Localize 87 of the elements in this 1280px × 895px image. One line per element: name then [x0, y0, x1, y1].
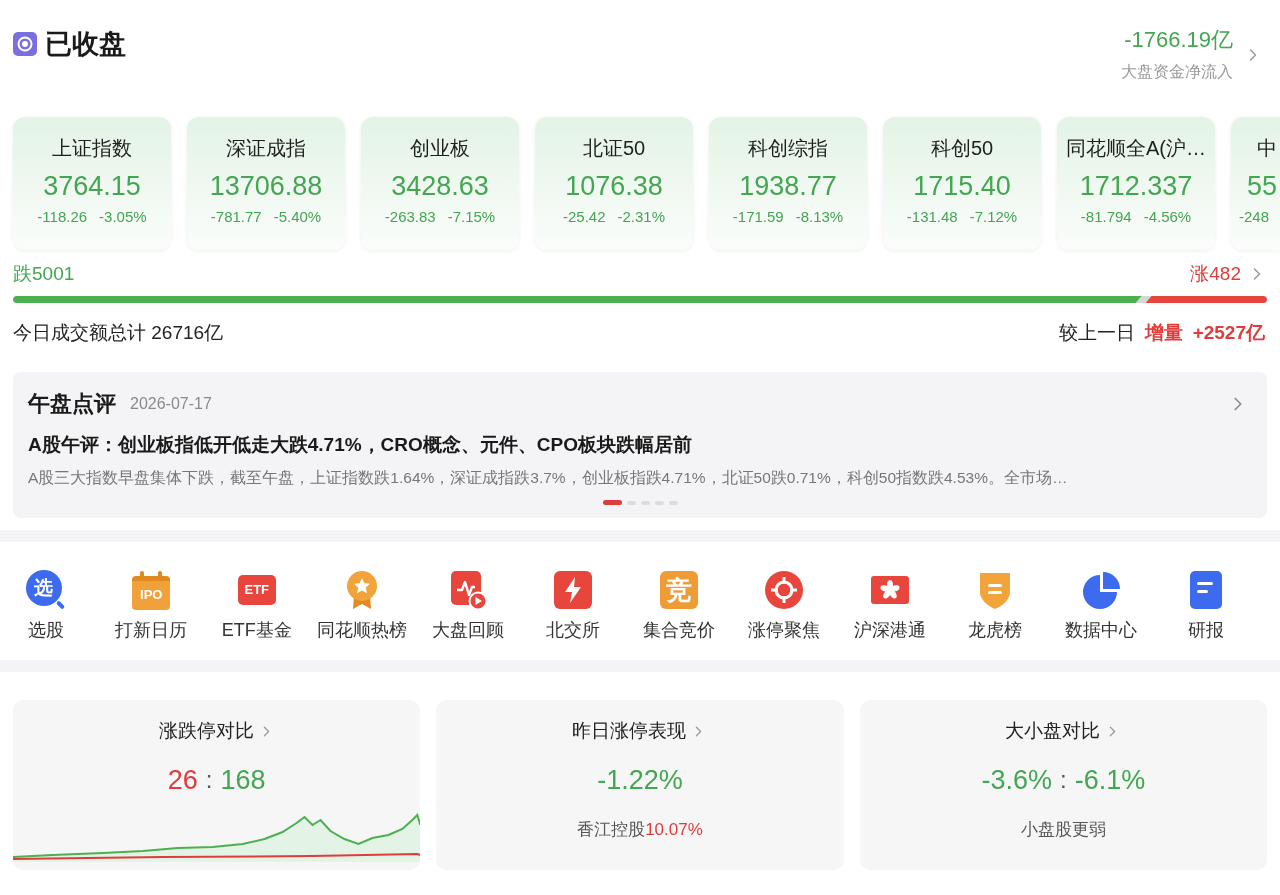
shortcut-button[interactable]: 北交所: [520, 570, 626, 642]
index-name: 同花顺全A(沪…: [1066, 136, 1206, 161]
ratio-separator: :: [1060, 765, 1067, 795]
index-card[interactable]: 上证指数 3764.15 -118.26 -3.05%: [13, 117, 171, 250]
index-name: 科创综指: [748, 136, 828, 161]
review-headline: A股午评：创业板指低开低走大跌4.71%，CRO概念、元件、CPO板块跌幅居前: [28, 433, 693, 457]
index-value: 3764.15: [43, 170, 141, 202]
stat-card[interactable]: 大小盘对比 -3.6% : -6.1% 小盘股更弱: [859, 700, 1267, 870]
panel-title-link[interactable]: 涨跌停对比: [158, 718, 275, 744]
turnover-total: 今日成交额总计 26716亿: [13, 321, 224, 345]
shortcut-button[interactable]: 龙虎榜: [942, 570, 1048, 642]
shortcut-button[interactable]: 大盘回顾: [415, 570, 521, 642]
index-name: 上证指数: [52, 136, 132, 161]
shortcut-button[interactable]: IPO 打新日历: [98, 570, 204, 642]
index-name: 深证成指: [226, 136, 306, 161]
index-name: 中: [1257, 136, 1277, 161]
panel-value: 26: [167, 764, 198, 797]
panel-value: 168: [220, 764, 266, 797]
index-name: 科创50: [930, 136, 994, 161]
shortcut-button[interactable]: 竞 集合竞价: [626, 570, 732, 642]
status-icon: [13, 32, 37, 56]
index-change: -25.42: [562, 207, 606, 227]
index-value: 1076.38: [565, 170, 663, 202]
market-status-title: 已收盘: [45, 28, 126, 61]
panel-value: -3.6%: [981, 764, 1052, 797]
net-inflow-value: -1766.19亿: [1124, 26, 1233, 54]
index-card[interactable]: 创业板 3428.63 -263.83 -7.15%: [361, 117, 519, 250]
glyph-tile-icon: 竞: [659, 571, 698, 609]
ratio-separator: :: [205, 765, 213, 795]
note-change: 10.07%: [645, 819, 703, 841]
index-card[interactable]: 科创综指 1938.77 -171.59 -8.13%: [709, 117, 867, 250]
index-card[interactable]: 中 55 -248: [1231, 117, 1280, 250]
index-value: 55: [1247, 170, 1278, 202]
review-title: 午盘点评: [28, 390, 116, 418]
crosshair-icon: [764, 570, 805, 610]
index-percent: -2.31%: [617, 207, 666, 227]
index-value: 1712.337: [1079, 170, 1193, 202]
panel-note: 小盘股更弱: [1020, 819, 1106, 841]
index-change: -131.48: [906, 207, 958, 227]
panel-title-link[interactable]: 昨日涨停表现: [572, 718, 708, 744]
shortcut-button[interactable]: 同花顺热榜: [309, 570, 415, 642]
index-percent: -7.15%: [447, 207, 496, 227]
shortcut-button[interactable]: 选 选股: [0, 570, 99, 642]
label-tile-icon: ETF: [237, 575, 276, 605]
index-change: -781.77: [210, 207, 262, 227]
index-percent: -5.40%: [273, 207, 322, 227]
index-percent: -8.13%: [795, 207, 844, 227]
index-change: -248: [1239, 207, 1270, 227]
panel-title-link[interactable]: 大小盘对比: [1005, 718, 1122, 744]
panel-value: -1.22%: [597, 764, 683, 797]
stat-card[interactable]: 涨跌停对比 26 : 168: [13, 700, 421, 870]
index-value: 3428.63: [391, 170, 489, 202]
panel-value: -6.1%: [1074, 764, 1146, 797]
shortcut-button[interactable]: ETF ETF基金: [204, 570, 310, 642]
index-change: -81.794: [1080, 207, 1132, 227]
index-card[interactable]: 同花顺全A(沪… 1712.337 -81.794 -4.56%: [1057, 117, 1215, 250]
decline-count: 跌5001: [13, 262, 75, 286]
shortcut-button[interactable]: 研报: [1153, 570, 1259, 642]
index-value: 13706.88: [209, 170, 323, 202]
index-change: -118.26: [37, 207, 88, 227]
bolt-tile-icon: [553, 570, 594, 610]
index-card[interactable]: 科创50 1715.40 -131.48 -7.12%: [883, 117, 1041, 250]
shortcut-button[interactable]: 沪深港通: [837, 570, 943, 642]
net-inflow-label: 大盘资金净流入: [1121, 62, 1233, 82]
increase-value: +2527亿: [1192, 321, 1265, 345]
index-change: -263.83: [384, 207, 436, 227]
index-value: 1715.40: [913, 170, 1011, 202]
index-percent: -7.12%: [969, 207, 1018, 227]
review-card[interactable]: 午盘点评 2026-07-17 A股午评：创业板指低开低走大跌4.71%，CRO概念、元件、CPO板块跌幅居前 A股三大指数早盘集体下跌，截至午盘，上证指数跌1.64%，深证成指跌3.7%，创业板指跌4.71%，北证50跌0.71%，科创50指数跌4.53%。全市场…: [13, 372, 1267, 518]
increase-label: 增量: [1144, 321, 1183, 345]
shortcut-button[interactable]: 涨停聚焦: [731, 570, 837, 642]
index-name: 创业板: [410, 136, 470, 161]
index-name: 北证50: [582, 136, 646, 161]
index-percent: -4.56%: [1143, 207, 1192, 227]
shortcut-button[interactable]: 数据中心: [1048, 570, 1154, 642]
advance-count: 涨482: [1190, 262, 1241, 286]
index-card[interactable]: 北证50 1076.38 -25.42 -2.31%: [535, 117, 693, 250]
stat-card[interactable]: 昨日涨停表现 -1.22% 香江控股10.07%: [436, 700, 844, 870]
index-value: 1938.77: [739, 170, 837, 202]
panel-note: 香江控股: [577, 819, 646, 841]
pie-chart-icon: [1080, 570, 1121, 610]
index-card[interactable]: 深证成指 13706.88 -781.77 -5.40%: [187, 117, 345, 250]
review-date: 2026-07-17: [130, 394, 212, 414]
compare-label: 较上一日: [1058, 321, 1135, 345]
review-summary: A股三大指数早盘集体下跌，截至午盘，上证指数跌1.64%，深证成指跌3.7%，创业板指跌4.71%，北证50跌0.71%，科创50指数跌4.53%。全市场…: [28, 468, 1069, 488]
index-change: -171.59: [732, 207, 784, 227]
index-percent: -3.05%: [99, 207, 147, 227]
